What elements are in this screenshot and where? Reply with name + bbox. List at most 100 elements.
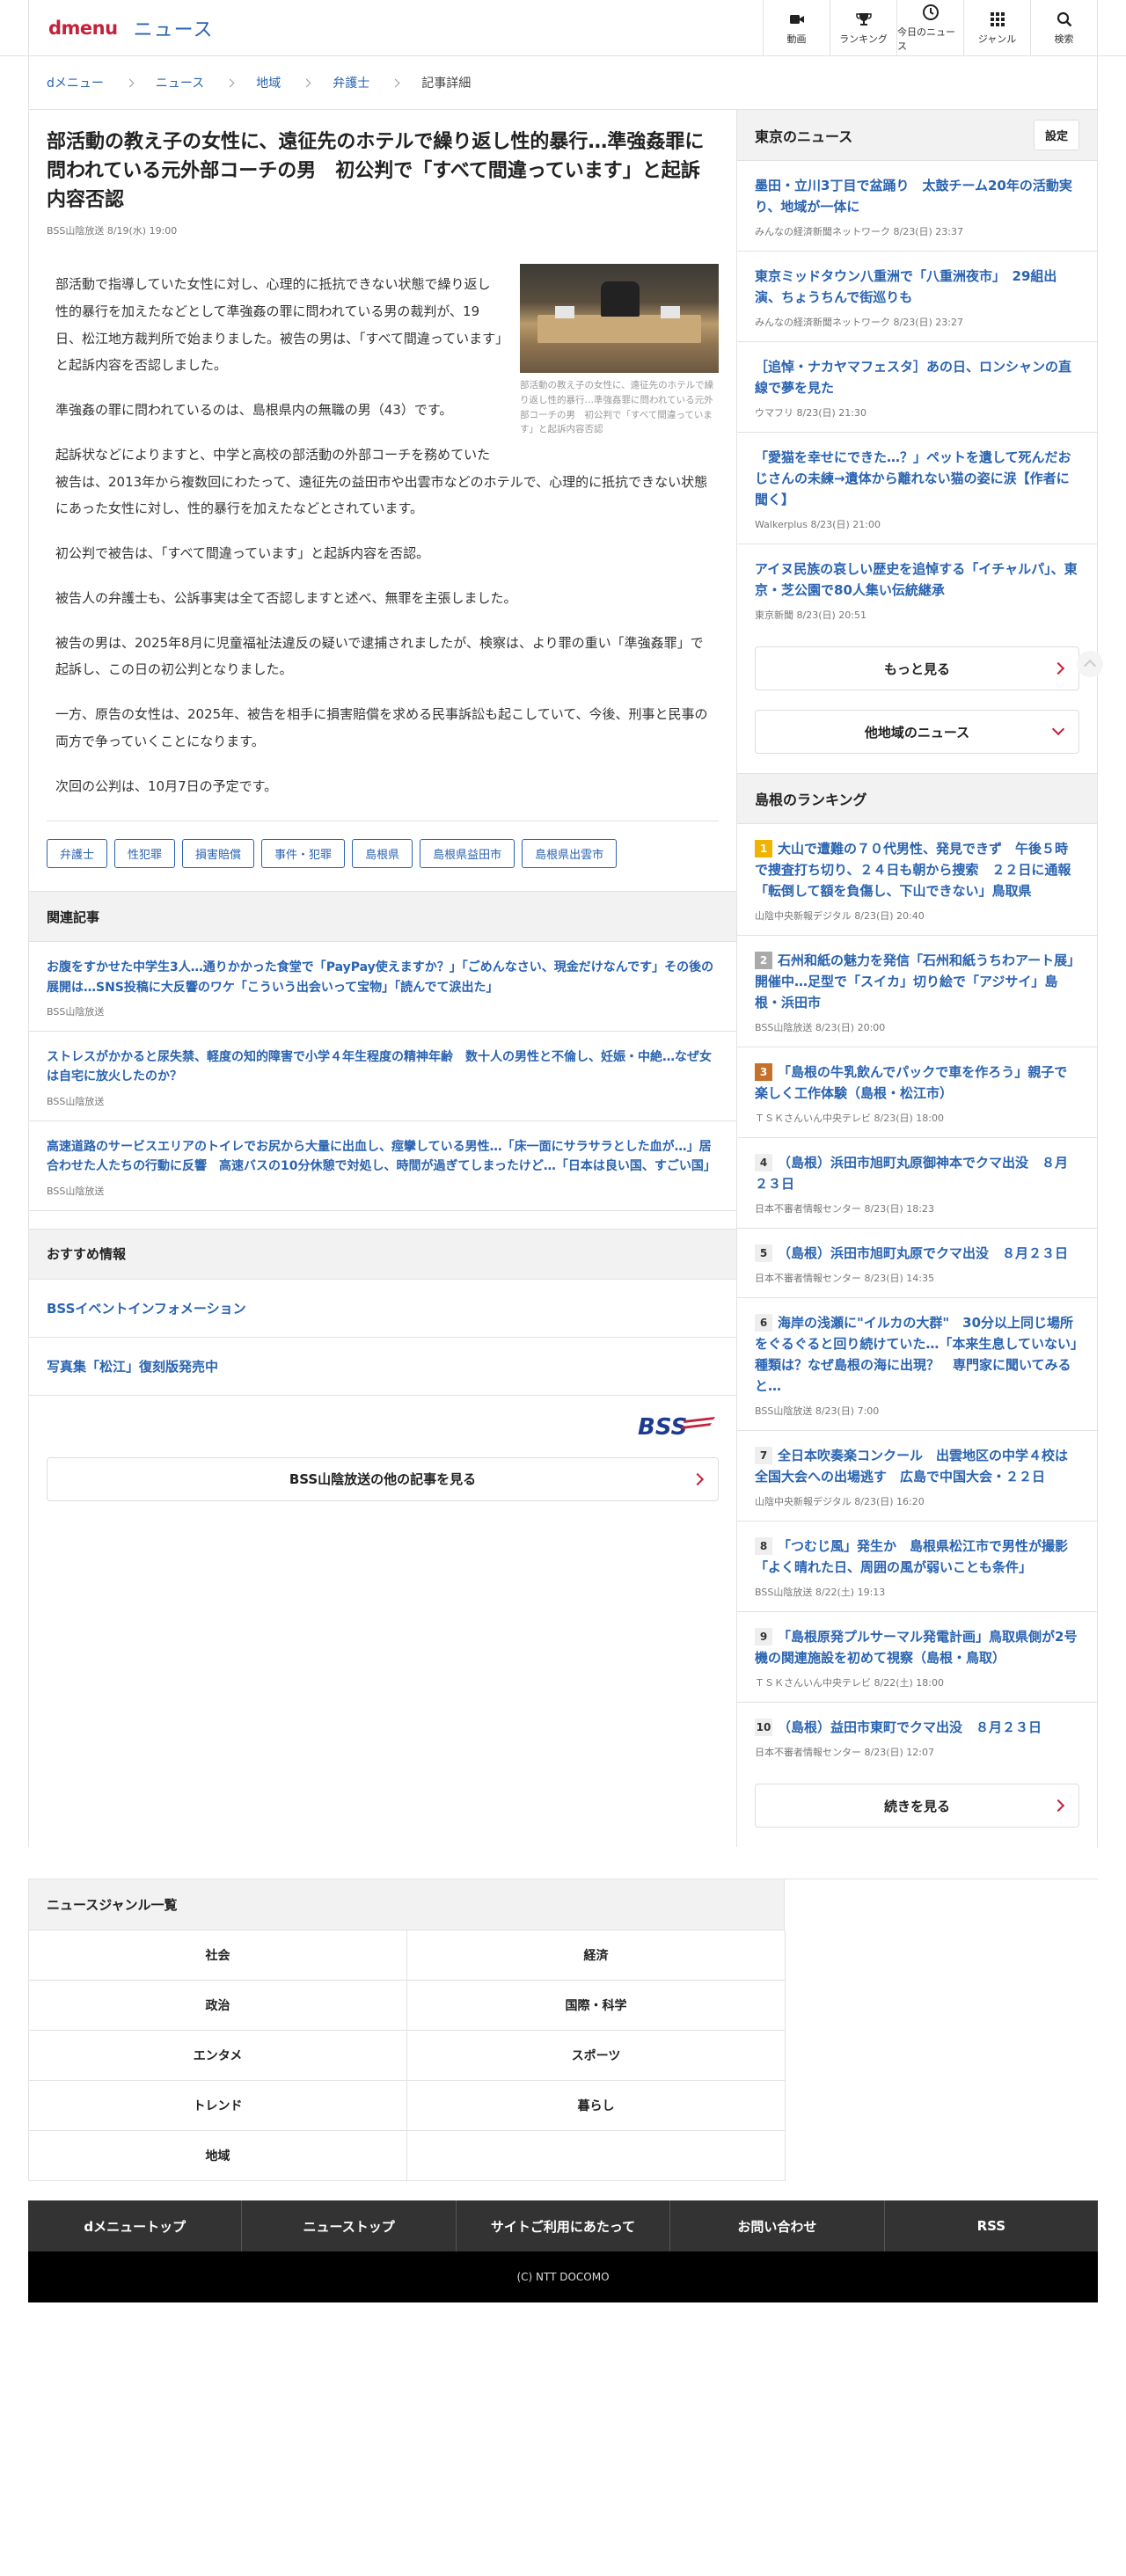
tag-item[interactable]: 島根県益田市 bbox=[420, 839, 515, 869]
breadcrumb-lawyer[interactable]: 弁護士 bbox=[333, 74, 369, 91]
genre-item[interactable]: エンタメ bbox=[29, 2031, 407, 2081]
footer-rss[interactable]: RSS bbox=[885, 2200, 1098, 2251]
nav-today[interactable]: 今日のニュース bbox=[896, 0, 963, 56]
tag-item[interactable]: 損害賠償 bbox=[182, 839, 255, 869]
chevron-right-icon bbox=[225, 78, 235, 87]
footer-contact[interactable]: お問い合わせ bbox=[670, 2200, 885, 2251]
nav-ranking-label: ランキング bbox=[839, 33, 888, 45]
nav-search[interactable]: 検索 bbox=[1030, 0, 1097, 56]
tokyo-news-link[interactable]: アイヌ民族の哀しい歴史を追悼する「イチャルパ」、東京・芝公園で80人集い伝統継承 bbox=[755, 561, 1078, 598]
related-link[interactable]: お腹をすかせた中学生3人…通りかかった食堂で「PayPay使えますか？」「ごめん… bbox=[47, 960, 713, 994]
site-footer: dメニュートップ ニューストップ サイトご利用にあたって お問い合わせ RSS … bbox=[28, 2200, 1098, 2302]
svg-text:BSS: BSS bbox=[638, 1414, 687, 1441]
tag-item[interactable]: 島根県出雲市 bbox=[522, 839, 618, 869]
other-region-button[interactable]: 他地域のニュース bbox=[755, 710, 1079, 754]
genre-item-empty bbox=[407, 2131, 786, 2181]
genre-item[interactable]: 経済 bbox=[407, 1930, 786, 1981]
nav-video-label: 動画 bbox=[786, 33, 807, 45]
chevron-right-icon bbox=[1051, 1799, 1065, 1813]
ranking-title-text: 石州和紙の魅力を発信「石州和紙うちわアート展」開催中…足型で「スイカ」切り絵で「… bbox=[755, 952, 1074, 1011]
ranking-link[interactable]: 10 （島根）益田市東町でクマ出没 ８月２３日 bbox=[755, 1719, 1042, 1736]
chevron-right-icon bbox=[125, 78, 135, 87]
ranking-link[interactable]: 7 全日本吹奏楽コンクール 出雲地区の中学４校は全国大会への出場逃す 広島で中国大… bbox=[755, 1447, 1068, 1485]
rank-badge: 6 bbox=[755, 1314, 772, 1332]
related-articles: 関連記事 お腹をすかせた中学生3人…通りかかった食堂で「PayPay使えますか？… bbox=[29, 891, 736, 1211]
ranking-link[interactable]: 6 海岸の浅瀬に"イルカの大群" 30分以上同じ場所をぐるぐると回り続けていた…「… bbox=[755, 1314, 1078, 1394]
sidebar: 東京のニュース 設定 墨田・立川3丁目で盆踊り 太鼓チーム20年の活動実り、地域… bbox=[737, 110, 1098, 1847]
ranking-title-text: 「島根の牛乳飲んでパックで車を作ろう」親子で楽しく工作体験（島根・松江市） bbox=[755, 1064, 1068, 1101]
global-nav: 動画 ランキング 今日のニュース ジャンル 検索 bbox=[763, 0, 1097, 56]
dmenu-news-logo[interactable]: dmenu ニュース bbox=[29, 0, 213, 56]
breadcrumb-news[interactable]: ニュース bbox=[156, 74, 204, 91]
tokyo-news-link[interactable]: 「愛猫を幸せにできた…？」ペットを遺して死んだおじさんの未練→遺体から離れない猫… bbox=[755, 449, 1071, 507]
tag-item[interactable]: 性犯罪 bbox=[114, 839, 176, 869]
trophy-icon bbox=[855, 13, 872, 26]
tokyo-more-button[interactable]: もっと見る bbox=[755, 646, 1079, 690]
rank-badge: 4 bbox=[755, 1154, 772, 1171]
nav-video[interactable]: 動画 bbox=[763, 0, 830, 56]
genre-item[interactable]: 社会 bbox=[29, 1930, 407, 1981]
ranking-link[interactable]: 8 「つむじ風」発生か 島根県松江市で男性が撮影「よく晴れた日、周囲の風が弱いこと… bbox=[755, 1537, 1068, 1575]
ranking-source: 日本不審者情報センター 8/23(日) 14:35 bbox=[755, 1273, 934, 1284]
ranking-link[interactable]: 5 （島根）浜田市旭町丸原でクマ出没 ８月２３日 bbox=[755, 1244, 1069, 1262]
footer-news-top[interactable]: ニューストップ bbox=[242, 2200, 457, 2251]
scroll-to-top-button[interactable] bbox=[1077, 651, 1103, 677]
provider-more-label: BSS山陰放送の他の記事を見る bbox=[289, 1471, 477, 1488]
rank-badge: 8 bbox=[755, 1537, 772, 1555]
article-paragraph: 被告人の弁護士も、公訴事実は全て否認しますと述べ、無罪を主張しました。 bbox=[55, 589, 517, 606]
genre-item[interactable]: 政治 bbox=[29, 1981, 407, 2031]
ranking-more-button[interactable]: 続きを見る bbox=[755, 1784, 1079, 1828]
article-paragraph: 初公判で被告は、「すべて間違っています」と起訴内容を否認。 bbox=[55, 545, 430, 561]
rank-badge: 10 bbox=[755, 1719, 772, 1736]
genre-item[interactable]: スポーツ bbox=[407, 2031, 786, 2081]
ranking-link[interactable]: 9 「島根原発プルサーマル発電計画」鳥取県側が2号機の関連施設を初めて視察（島根・… bbox=[755, 1628, 1078, 1666]
breadcrumb-dmenu[interactable]: dメニュー bbox=[47, 74, 104, 91]
provider-more-button[interactable]: BSS山陰放送の他の記事を見る bbox=[47, 1456, 719, 1501]
settings-button[interactable]: 設定 bbox=[1033, 120, 1079, 150]
article-photo[interactable] bbox=[520, 264, 719, 373]
genre-item[interactable]: 国際・科学 bbox=[407, 1981, 786, 2031]
tokyo-news-link[interactable]: 墨田・立川3丁目で盆踊り 太鼓チーム20年の活動実り、地域が一体に bbox=[755, 178, 1072, 215]
tag-item[interactable]: 弁護士 bbox=[47, 839, 108, 869]
tokyo-news-link[interactable]: ［追悼・ナカヤマフェスタ］あの日、ロンシャンの直線で夢を見た bbox=[755, 359, 1071, 396]
chevron-right-icon bbox=[1051, 661, 1065, 675]
dmenu-logo-text: dmenu bbox=[48, 18, 118, 39]
footer-terms[interactable]: サイトご利用にあたって bbox=[457, 2200, 671, 2251]
bss-logo[interactable]: BSS bbox=[636, 1412, 715, 1441]
tag-list: 弁護士 性犯罪 損害賠償 事件・犯罪 島根県 島根県益田市 島根県出雲市 bbox=[47, 821, 719, 877]
chevron-right-icon bbox=[302, 78, 311, 87]
related-link[interactable]: 高速道路のサービスエリアのトイレでお尻から大量に出血し、痙攣している男性…「床一… bbox=[47, 1140, 716, 1173]
tag-item[interactable]: 島根県 bbox=[352, 839, 413, 869]
genre-item[interactable]: 地域 bbox=[29, 2131, 407, 2181]
genre-item[interactable]: トレンド bbox=[29, 2081, 407, 2131]
ranking-link[interactable]: 4 （島根）浜田市旭町丸原御神本でクマ出没 ８月２３日 bbox=[755, 1154, 1068, 1192]
nav-genre[interactable]: ジャンル bbox=[963, 0, 1030, 56]
recommend-link[interactable]: BSSイベントインフォメーション bbox=[47, 1299, 246, 1317]
genre-heading: ニュースジャンル一覧 bbox=[28, 1879, 785, 1930]
recommend-link[interactable]: 写真集「松江」復刻版発売中 bbox=[47, 1357, 218, 1376]
breadcrumb-region[interactable]: 地域 bbox=[256, 74, 281, 91]
copyright: (C) NTT DOCOMO bbox=[28, 2251, 1098, 2302]
tag-item[interactable]: 事件・犯罪 bbox=[261, 839, 346, 869]
rank-badge: 9 bbox=[755, 1628, 772, 1646]
ranking-source: ＴＳＫさんいん中央テレビ 8/23(日) 18:00 bbox=[755, 1113, 944, 1124]
genre-item[interactable]: 暮らし bbox=[407, 2081, 786, 2131]
ranking-title-text: （島根）浜田市旭町丸原でクマ出没 ８月２３日 bbox=[778, 1245, 1069, 1261]
tokyo-news-item: 「愛猫を幸せにできた…？」ペットを遺して死んだおじさんの未練→遺体から離れない猫… bbox=[737, 433, 1097, 544]
ranking-title-text: 海岸の浅瀬に"イルカの大群" 30分以上同じ場所をぐるぐると回り続けていた…「本… bbox=[755, 1315, 1078, 1394]
photo-caption: 部活動の教え子の女性に、遠征先のホテルで繰り返し性的暴行…準強姦罪に問われている… bbox=[520, 380, 714, 435]
ranking-source: 山陰中央新報デジタル 8/23(日) 16:20 bbox=[755, 1496, 925, 1507]
ranking-link[interactable]: 2 石州和紙の魅力を発信「石州和紙うちわアート展」開催中…足型で「スイカ」切り絵で… bbox=[755, 952, 1074, 1011]
ranking-item: 3 「島根の牛乳飲んでパックで車を作ろう」親子で楽しく工作体験（島根・松江市） ＴＳ… bbox=[737, 1047, 1097, 1138]
ranking-title-text: 「島根原発プルサーマル発電計画」鳥取県側が2号機の関連施設を初めて視察（島根・鳥… bbox=[755, 1629, 1078, 1666]
ranking-source: BSS山陰放送 8/23(日) 20:00 bbox=[755, 1022, 886, 1033]
tokyo-news-link[interactable]: 東京ミッドタウン八重洲で「八重洲夜市」 29組出演、ちょうちんで街巡りも bbox=[755, 268, 1057, 305]
ranking-item: 2 石州和紙の魅力を発信「石州和紙うちわアート展」開催中…足型で「スイカ」切り絵で… bbox=[737, 936, 1097, 1047]
ranking-link[interactable]: 3 「島根の牛乳飲んでパックで車を作ろう」親子で楽しく工作体験（島根・松江市） bbox=[755, 1063, 1068, 1101]
tokyo-news-source: みんなの経済新聞ネットワーク 8/23(日) 23:27 bbox=[755, 317, 963, 328]
nav-ranking[interactable]: ランキング bbox=[830, 0, 896, 56]
tokyo-news-item: アイヌ民族の哀しい歴史を追悼する「イチャルパ」、東京・芝公園で80人集い伝統継承… bbox=[737, 544, 1097, 634]
related-link[interactable]: ストレスがかかると尿失禁、軽度の知的障害で小学４年生程度の精神年齢 数十人の男性… bbox=[47, 1050, 712, 1084]
footer-dmenu-top[interactable]: dメニュートップ bbox=[28, 2200, 243, 2251]
ranking-link[interactable]: 1 大山で遭難の７０代男性、発見できず 午後５時で捜査打ち切り、２４日も朝から捜索… bbox=[755, 840, 1071, 899]
